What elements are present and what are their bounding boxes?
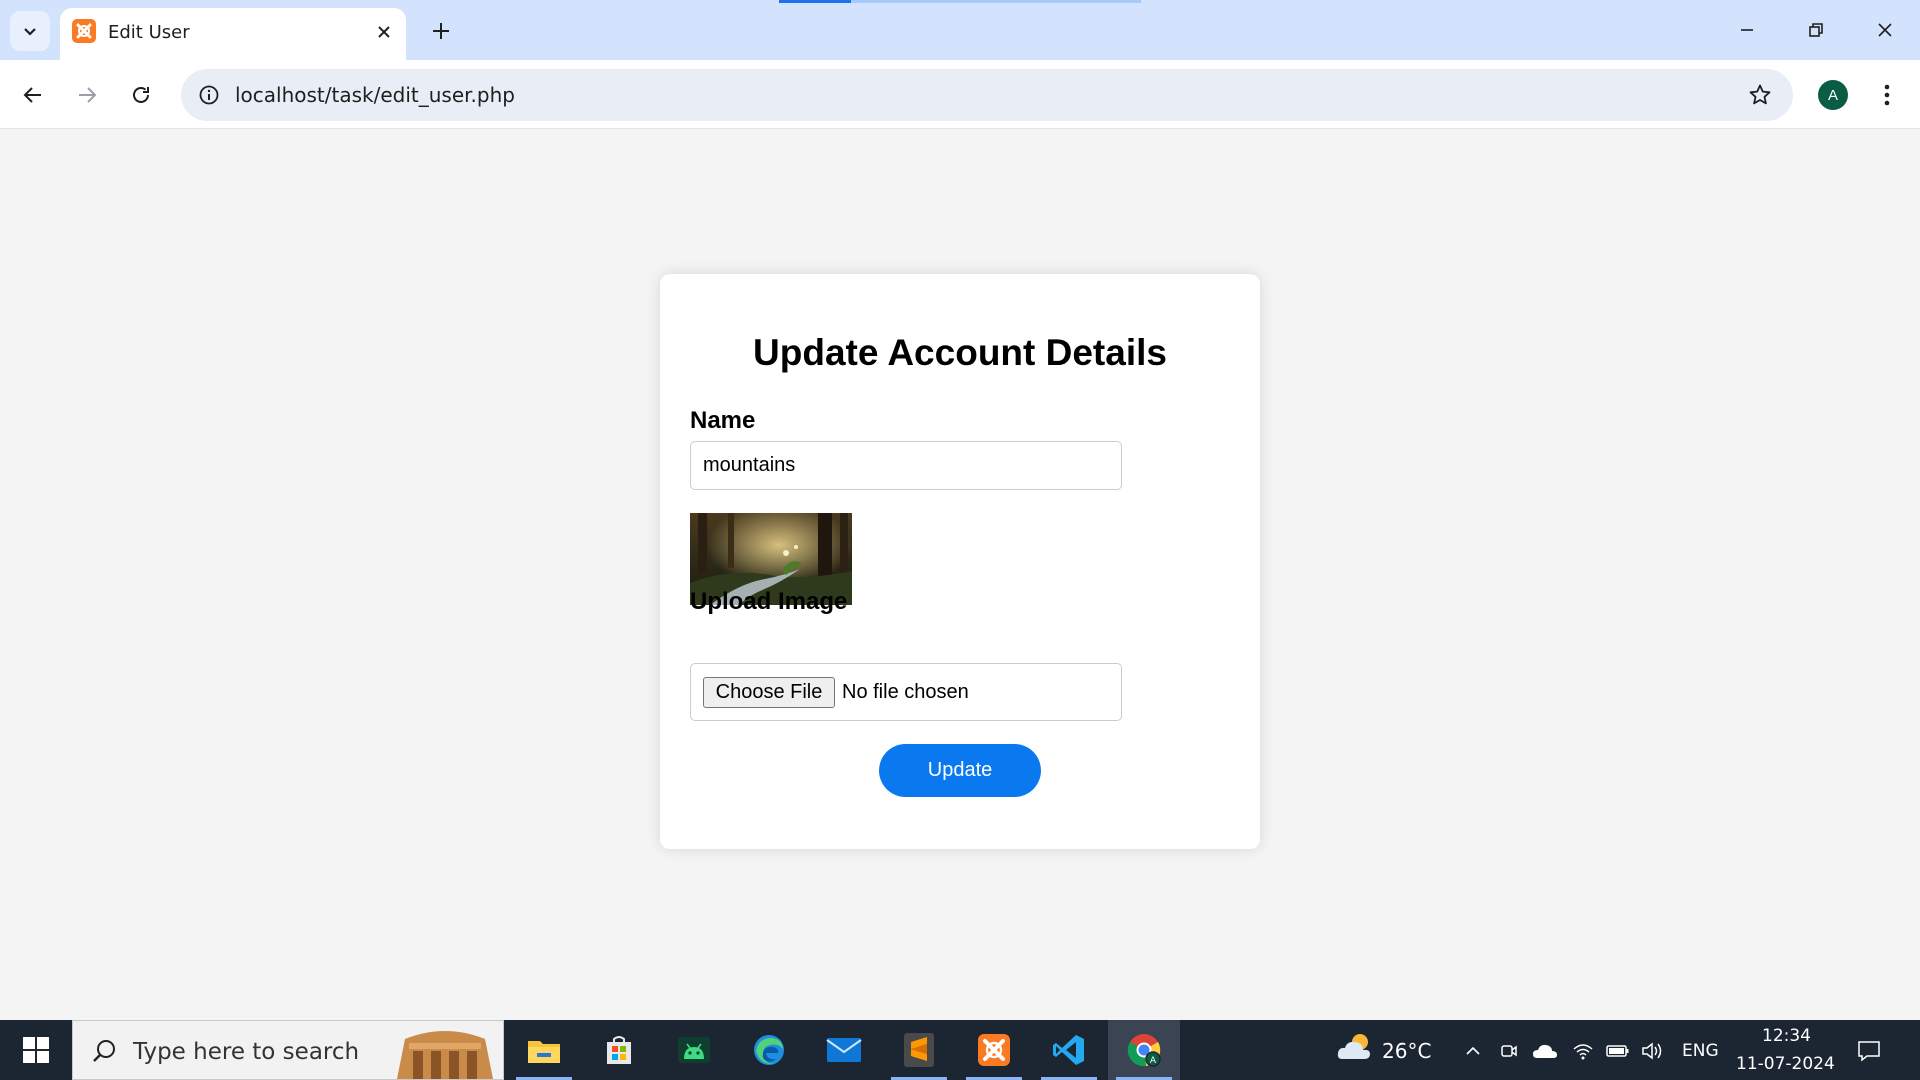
name-label: Name: [690, 407, 756, 434]
volume-speaker-icon[interactable]: [1640, 1038, 1666, 1064]
upload-image-label: Upload Image: [690, 588, 848, 615]
clock-time[interactable]: 12:34: [1762, 1026, 1811, 1046]
file-explorer-icon: [528, 1041, 560, 1063]
choose-file-button[interactable]: Choose File: [703, 677, 835, 708]
minimize-button[interactable]: [1724, 8, 1770, 52]
weather-cloud-icon[interactable]: [1336, 1034, 1376, 1060]
mail-icon: [826, 1038, 862, 1062]
taskbar-sublime-text[interactable]: [883, 1020, 955, 1080]
taskbar-chrome[interactable]: A: [1108, 1020, 1180, 1080]
chrome-icon: A: [1127, 1034, 1161, 1067]
profile-avatar[interactable]: A: [1818, 80, 1848, 110]
tab-strip: Edit User: [0, 0, 1920, 60]
sublime-text-icon: [904, 1033, 934, 1067]
show-hidden-icons-chevron-up-icon[interactable]: [1460, 1038, 1486, 1064]
loading-track: [851, 0, 1141, 3]
reload-icon: [133, 86, 149, 103]
windows-logo-icon: [23, 1037, 49, 1063]
clock-date[interactable]: 11-07-2024: [1736, 1054, 1835, 1074]
taskbar-vscode[interactable]: [1033, 1020, 1105, 1080]
notifications-icon[interactable]: [1856, 1038, 1882, 1064]
tab-search-button[interactable]: [10, 11, 50, 51]
taskbar-android-studio[interactable]: [658, 1020, 730, 1080]
loading-progress: [779, 0, 851, 3]
browser-tab[interactable]: Edit User: [60, 8, 406, 60]
android-studio-icon: [678, 1037, 710, 1063]
more-menu-icon[interactable]: [1872, 76, 1902, 114]
edge-browser-icon: [754, 1035, 784, 1065]
battery-icon[interactable]: [1605, 1038, 1631, 1064]
new-tab-button[interactable]: [424, 14, 458, 48]
file-upload-field[interactable]: Choose File No file chosen: [690, 663, 1122, 721]
taskbar-edge[interactable]: [733, 1020, 805, 1080]
close-window-button[interactable]: [1862, 8, 1908, 52]
vscode-icon: [1053, 1035, 1084, 1065]
site-info-icon[interactable]: [193, 79, 225, 111]
search-icon: [89, 1036, 119, 1066]
address-bar[interactable]: localhost/task/edit_user.php: [181, 69, 1793, 121]
search-placeholder: Type here to search: [133, 1039, 360, 1065]
name-input[interactable]: [690, 441, 1122, 490]
update-button[interactable]: Update: [879, 744, 1041, 797]
onedrive-cloud-icon[interactable]: [1532, 1038, 1558, 1064]
restore-button[interactable]: [1793, 8, 1839, 52]
microsoft-store-icon: [607, 1036, 631, 1064]
browser-toolbar: localhost/task/edit_user.php: [0, 60, 1920, 129]
taskbar-search-box[interactable]: Type here to search: [72, 1020, 504, 1080]
svg-text:A: A: [1150, 1056, 1157, 1066]
page-title: Update Account Details: [753, 332, 1167, 373]
taskbar-xampp[interactable]: [958, 1020, 1030, 1080]
xampp-favicon-icon: [72, 19, 96, 43]
plus-icon: [433, 23, 449, 39]
update-account-card: Update Account Details Name mountains Up…: [660, 274, 1260, 849]
url-text: localhost/task/edit_user.php: [235, 83, 515, 107]
tab-title: Edit User: [108, 22, 190, 43]
arrow-right-icon: [79, 87, 97, 103]
input-language[interactable]: ENG: [1682, 1041, 1719, 1061]
no-file-chosen-text: No file chosen: [842, 681, 969, 703]
reload-button[interactable]: [122, 76, 160, 114]
meet-now-camera-icon[interactable]: [1496, 1038, 1522, 1064]
windows-taskbar: Type here to search A 26°C ENG 12:34 11-…: [0, 1020, 1920, 1080]
taskbar-mail[interactable]: [808, 1020, 880, 1080]
xampp-icon: [978, 1034, 1010, 1066]
wifi-icon[interactable]: [1570, 1038, 1596, 1064]
search-highlight-art-icon: [387, 1021, 503, 1079]
forward-button[interactable]: [68, 76, 106, 114]
arrow-left-icon: [23, 87, 41, 103]
taskbar-file-explorer[interactable]: [508, 1020, 580, 1080]
restore-icon: [1809, 23, 1823, 37]
minimize-icon: [1741, 29, 1753, 31]
chevron-down-icon: [24, 28, 36, 36]
weather-temperature[interactable]: 26°C: [1382, 1039, 1431, 1063]
close-icon: [1878, 23, 1892, 37]
taskbar-microsoft-store[interactable]: [583, 1020, 655, 1080]
bookmark-star-icon[interactable]: [1745, 80, 1775, 110]
start-button[interactable]: [0, 1020, 72, 1080]
close-tab-icon[interactable]: [372, 20, 396, 44]
back-button[interactable]: [14, 76, 52, 114]
